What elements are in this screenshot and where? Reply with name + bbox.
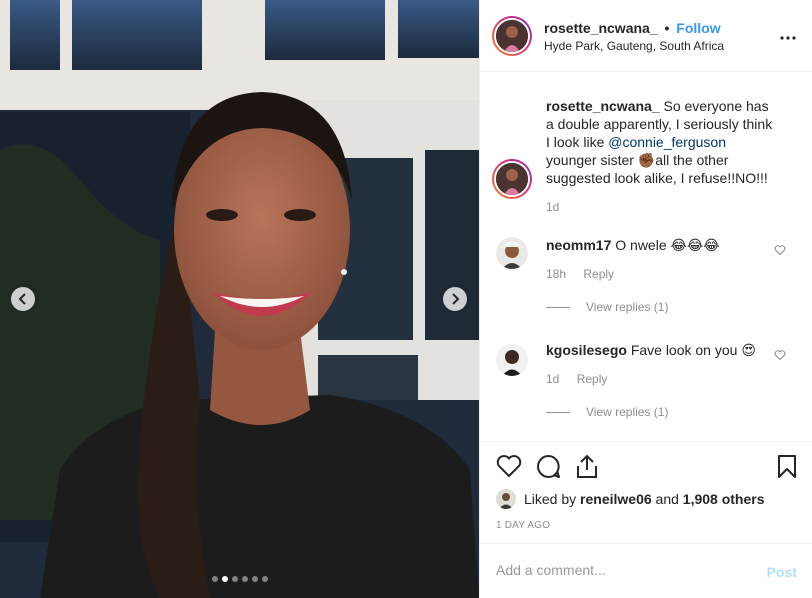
share-upload-icon: [577, 454, 597, 478]
carousel-dot: [261, 576, 268, 582]
comment-bubble-icon: [537, 455, 560, 478]
comment-meta: 1d Reply: [546, 372, 621, 386]
comment-timestamp: 18h: [546, 267, 567, 281]
caption-timestamp: 1d: [546, 200, 560, 214]
share-button[interactable]: [575, 454, 599, 482]
post-details-panel: rosette_ncwana_ • Follow Hyde Park, Gaut…: [479, 0, 812, 598]
add-comment-bar: Post: [480, 543, 812, 598]
view-replies-divider: [546, 411, 570, 413]
view-replies-divider: [546, 306, 570, 308]
carousel-dot: [221, 576, 228, 582]
comment-button[interactable]: [536, 454, 561, 482]
heart-outline-icon: [496, 455, 522, 478]
next-photo-button[interactable]: [443, 287, 467, 311]
caption-text: rosette_ncwana_ So everyone has a double…: [546, 97, 778, 187]
post-header: rosette_ncwana_ • Follow Hyde Park, Gaut…: [480, 0, 812, 72]
carousel-dot: [231, 576, 238, 582]
liker-username[interactable]: reneilwe06: [580, 491, 652, 507]
add-comment-input[interactable]: [496, 562, 746, 578]
view-replies-button[interactable]: View replies (1): [546, 405, 668, 419]
caption-mention-link[interactable]: @connie_ferguson: [608, 134, 726, 150]
comments-list[interactable]: rosette_ncwana_ So everyone has a double…: [480, 72, 812, 442]
save-button[interactable]: [777, 454, 797, 482]
comment-body: O nwele 😂😂😂: [615, 237, 720, 253]
post-timestamp[interactable]: 1 DAY AGO: [496, 520, 550, 531]
carousel-dot: [211, 576, 218, 582]
comment-meta: 18h Reply: [546, 267, 628, 281]
follow-button[interactable]: Follow: [676, 20, 720, 36]
author-avatar[interactable]: [492, 16, 532, 56]
likes-summary: Liked by reneilwe06 and 1,908 others: [496, 489, 765, 509]
commenter-avatar[interactable]: [496, 237, 528, 269]
comment-timestamp: 1d: [546, 372, 560, 386]
post-comment-button[interactable]: Post: [767, 564, 797, 580]
caption-author-avatar[interactable]: [492, 159, 532, 199]
caption-body-end: younger sister ✊🏾all the other suggested…: [546, 152, 768, 186]
avatar-image: [496, 20, 528, 52]
avatar-image: [496, 344, 528, 376]
header-user-line: rosette_ncwana_ • Follow: [544, 20, 721, 36]
like-button[interactable]: [496, 454, 522, 481]
comment-body: Fave look on you 😍: [630, 342, 756, 358]
more-options-button[interactable]: [780, 27, 796, 43]
carousel-dot: [241, 576, 248, 582]
post-action-bar: [480, 442, 812, 490]
view-replies-label: View replies (1): [586, 300, 669, 314]
avatar-image: [496, 237, 528, 269]
commenter-avatar[interactable]: [496, 344, 528, 376]
caption-username[interactable]: rosette_ncwana_: [546, 98, 660, 114]
bookmark-icon: [778, 455, 796, 478]
likes-and: and: [655, 491, 679, 507]
comment-text-line: kgosilesego Fave look on you 😍: [546, 342, 756, 359]
carousel-indicator: [0, 576, 479, 582]
post-photo-image: [0, 0, 479, 598]
more-horizontal-icon: [780, 36, 796, 40]
likes-prefix: Liked by: [524, 491, 577, 507]
like-comment-button[interactable]: [774, 243, 786, 259]
heart-outline-icon: [774, 245, 786, 256]
view-replies-label: View replies (1): [586, 405, 669, 419]
like-comment-button[interactable]: [774, 348, 786, 364]
previous-photo-button[interactable]: [11, 287, 35, 311]
post-photo[interactable]: [0, 0, 479, 598]
view-replies-button[interactable]: View replies (1): [546, 300, 668, 314]
likes-others-link[interactable]: 1,908 others: [683, 491, 765, 507]
reply-button[interactable]: Reply: [583, 267, 614, 281]
post-location[interactable]: Hyde Park, Gauteng, South Africa: [544, 39, 724, 53]
author-username[interactable]: rosette_ncwana_: [544, 20, 658, 36]
header-separator: •: [664, 20, 670, 36]
commenter-username[interactable]: kgosilesego: [546, 342, 627, 358]
comment-text-line: neomm17 O nwele 😂😂😂: [546, 237, 720, 254]
reply-button[interactable]: Reply: [577, 372, 608, 386]
chevron-right-icon: [452, 293, 460, 305]
heart-outline-icon: [774, 350, 786, 361]
chevron-left-icon: [18, 293, 26, 305]
commenter-username[interactable]: neomm17: [546, 237, 611, 253]
avatar-image: [496, 489, 516, 509]
avatar-image: [496, 163, 528, 195]
liker-avatar[interactable]: [496, 489, 516, 509]
carousel-dot: [251, 576, 258, 582]
